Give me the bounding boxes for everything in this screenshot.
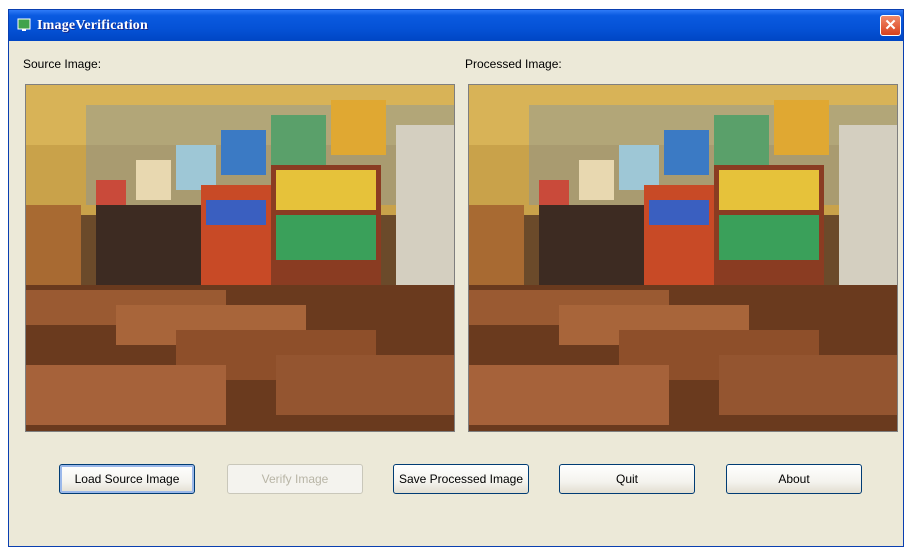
source-image-label: Source Image: xyxy=(23,57,102,71)
processed-image xyxy=(468,84,898,432)
load-source-image-button[interactable]: Load Source Image xyxy=(59,464,195,494)
quit-button[interactable]: Quit xyxy=(559,464,695,494)
processed-image-label: Processed Image: xyxy=(465,57,562,71)
verify-image-button[interactable]: Verify Image xyxy=(227,464,363,494)
window-title: ImageVerification xyxy=(37,18,148,33)
main-window: ImageVerification ✕ Source Image: Proces… xyxy=(8,9,904,547)
app-icon xyxy=(17,18,31,31)
close-button[interactable]: ✕ xyxy=(880,15,901,36)
close-icon: ✕ xyxy=(884,17,897,34)
title-bar[interactable]: ImageVerification ✕ xyxy=(9,10,903,41)
save-processed-image-button[interactable]: Save Processed Image xyxy=(393,464,529,494)
source-image xyxy=(25,84,455,432)
about-button[interactable]: About xyxy=(726,464,862,494)
